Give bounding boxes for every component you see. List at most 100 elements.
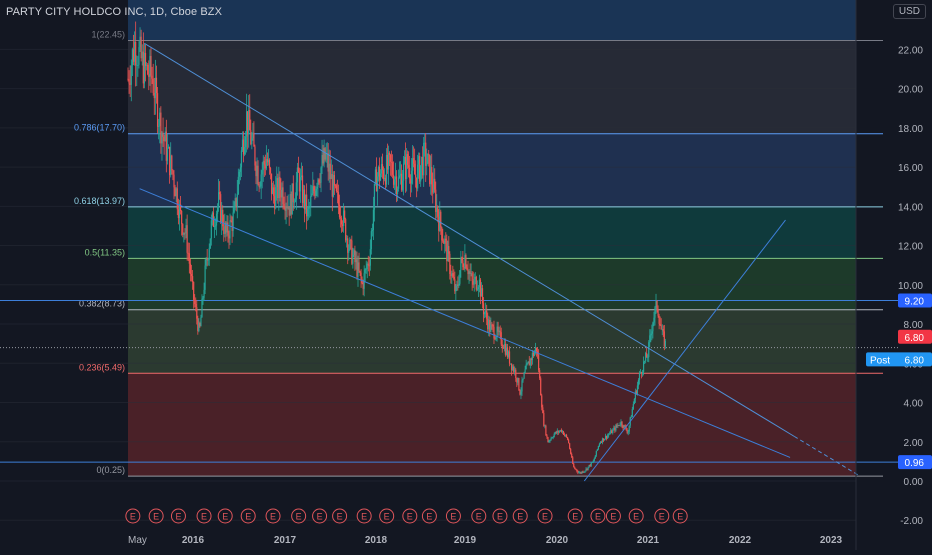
support-price-tag[interactable]: 0.96 xyxy=(898,455,932,470)
candle-body xyxy=(255,165,257,177)
candle-body xyxy=(628,425,630,432)
earnings-marker[interactable]: E xyxy=(512,508,528,524)
earnings-marker[interactable]: E xyxy=(291,508,307,524)
y-tick-label: 22.00 xyxy=(898,45,923,56)
candle-body xyxy=(278,176,280,199)
chart-area[interactable]: 1(22.45) 0.786(17.70) 0.618(13.97) 0.5(11.3… xyxy=(0,0,932,550)
candle-body xyxy=(368,265,370,267)
fib-band-top xyxy=(128,0,856,41)
candle-body xyxy=(256,165,258,177)
candle-body xyxy=(649,335,651,343)
interval-label[interactable]: 1D xyxy=(150,6,164,18)
earnings-marker[interactable]: E xyxy=(654,508,670,524)
earnings-glyph: E xyxy=(384,512,390,522)
earnings-marker[interactable]: E xyxy=(590,508,606,524)
candle-body xyxy=(352,255,354,264)
candle-body xyxy=(174,187,176,197)
candle-body xyxy=(263,160,265,165)
candle-body xyxy=(288,206,290,216)
candle-body xyxy=(531,352,533,361)
candle-body xyxy=(427,153,429,164)
earnings-marker[interactable]: E xyxy=(265,508,281,524)
earnings-glyph: E xyxy=(633,512,639,522)
candle-body xyxy=(268,159,271,168)
candle-body xyxy=(487,318,489,330)
earnings-marker[interactable]: E xyxy=(332,508,348,524)
earnings-marker[interactable]: E xyxy=(567,508,583,524)
candle-body xyxy=(137,64,139,66)
earnings-glyph: E xyxy=(517,512,523,522)
earnings-marker[interactable]: E xyxy=(217,508,233,524)
candle-body xyxy=(347,238,349,253)
candle-body xyxy=(366,263,368,270)
candle-body xyxy=(144,52,147,66)
currency-button[interactable]: USD xyxy=(892,4,926,19)
earnings-marker[interactable]: E xyxy=(402,508,418,524)
candle-body xyxy=(136,65,138,66)
candle-body xyxy=(603,438,606,441)
candle-body xyxy=(332,175,334,197)
earnings-marker[interactable]: E xyxy=(356,508,372,524)
candle-body xyxy=(573,463,575,468)
candle-body xyxy=(581,471,583,474)
earnings-glyph: E xyxy=(201,512,207,522)
resistance-price-tag[interactable]: 9.20 xyxy=(898,293,932,308)
candle-body xyxy=(331,174,333,197)
candle-body xyxy=(181,211,183,225)
last-price-tag[interactable]: 6.80 xyxy=(898,329,932,344)
earnings-marker[interactable]: E xyxy=(148,508,164,524)
candle-body xyxy=(155,77,158,94)
candle-body xyxy=(503,344,505,349)
candle-body xyxy=(613,427,615,430)
candle-body xyxy=(237,176,239,195)
candle-body xyxy=(298,172,301,192)
candle-body xyxy=(471,273,473,282)
candle-body xyxy=(370,231,372,250)
candle-body xyxy=(295,182,297,200)
earnings-marker[interactable]: E xyxy=(379,508,395,524)
candle-body xyxy=(650,333,652,336)
candle-body xyxy=(129,83,131,85)
candle-body xyxy=(214,225,217,227)
candle-body xyxy=(659,323,661,326)
price-chart[interactable]: 1(22.45) 0.786(17.70) 0.618(13.97) 0.5(11.3… xyxy=(0,0,932,550)
post-label: Post xyxy=(870,355,890,366)
earnings-marker[interactable]: E xyxy=(471,508,487,524)
candle-body xyxy=(315,188,317,196)
candle-body xyxy=(186,225,188,253)
candle-body xyxy=(546,435,548,437)
candle-body xyxy=(599,441,602,444)
earnings-marker[interactable]: E xyxy=(125,508,141,524)
candle-body xyxy=(231,221,233,231)
earnings-marker[interactable]: E xyxy=(628,508,644,524)
candle-body xyxy=(615,425,617,431)
earnings-marker[interactable]: E xyxy=(492,508,508,524)
earnings-marker[interactable]: E xyxy=(170,508,186,524)
y-tick-label: 18.00 xyxy=(898,124,923,135)
candle-body xyxy=(344,210,346,220)
earnings-marker[interactable]: E xyxy=(605,508,621,524)
earnings-marker[interactable]: E xyxy=(196,508,212,524)
candle-body xyxy=(486,310,488,319)
candle-body xyxy=(209,238,211,249)
candle-body xyxy=(584,470,586,472)
earnings-marker[interactable]: E xyxy=(445,508,461,524)
earnings-glyph: E xyxy=(361,512,367,522)
candle-body xyxy=(492,325,494,327)
candle-body xyxy=(246,111,248,137)
earnings-marker[interactable]: E xyxy=(240,508,256,524)
candle-body xyxy=(151,75,153,79)
candle-body xyxy=(547,436,549,443)
candle-body xyxy=(529,358,531,366)
earnings-glyph: E xyxy=(426,512,432,522)
candle-body xyxy=(319,182,321,184)
candle-body xyxy=(163,136,165,142)
earnings-marker[interactable]: E xyxy=(537,508,553,524)
post-market-tag[interactable]: Post 6.80 xyxy=(866,352,932,367)
earnings-marker[interactable]: E xyxy=(312,508,328,524)
candle-body xyxy=(196,307,198,319)
earnings-marker[interactable]: E xyxy=(421,508,437,524)
earnings-marker[interactable]: E xyxy=(672,508,688,524)
candle-body xyxy=(194,299,196,305)
candle-body xyxy=(530,358,532,361)
